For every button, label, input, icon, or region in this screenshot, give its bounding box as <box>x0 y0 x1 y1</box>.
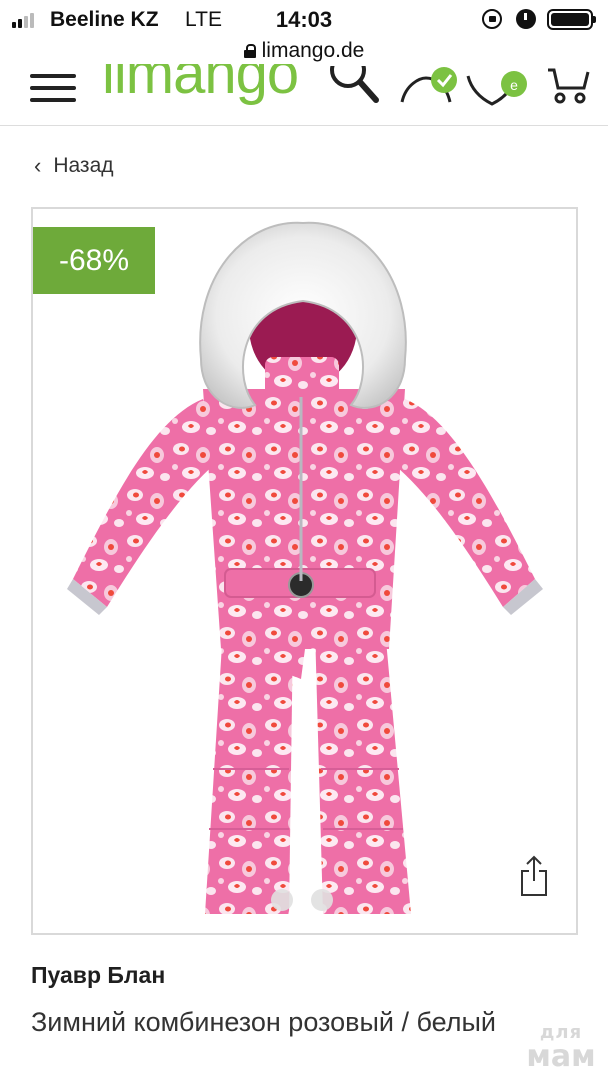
discount-badge: -68% <box>33 227 155 294</box>
product-image-gallery[interactable]: -68% <box>31 207 578 935</box>
site-logo[interactable]: limango <box>102 64 299 107</box>
alarm-icon <box>516 9 536 29</box>
back-link[interactable]: ‹ Назад <box>34 154 114 178</box>
back-label: Назад <box>53 154 114 177</box>
search-icon[interactable] <box>328 66 380 106</box>
carousel-dots <box>271 889 333 911</box>
address-bar[interactable]: limango.de <box>0 38 608 64</box>
product-brand[interactable]: Пуавр Блан <box>31 962 165 989</box>
product-title: Зимний комбинезон розовый / белый <box>31 1007 496 1037</box>
watermark-logo: для мам <box>526 1022 596 1074</box>
status-bar: Beeline KZ LTE 14:03 <box>0 0 608 38</box>
cart-icon[interactable] <box>546 66 590 106</box>
wishlist-icon[interactable]: e <box>462 66 534 106</box>
carousel-dot[interactable] <box>271 889 293 911</box>
site-header: limango e <box>0 64 608 126</box>
secure-lock-icon <box>243 44 256 58</box>
rotation-lock-icon <box>482 9 502 29</box>
battery-icon <box>547 9 596 30</box>
account-icon[interactable] <box>398 66 462 106</box>
chevron-left-icon: ‹ <box>34 153 42 178</box>
share-icon[interactable] <box>519 855 549 897</box>
product-image <box>67 221 543 914</box>
url-text[interactable]: limango.de <box>262 39 365 63</box>
carousel-dot[interactable] <box>311 889 333 911</box>
wishlist-badge: e <box>510 77 518 93</box>
menu-icon[interactable] <box>30 74 76 102</box>
